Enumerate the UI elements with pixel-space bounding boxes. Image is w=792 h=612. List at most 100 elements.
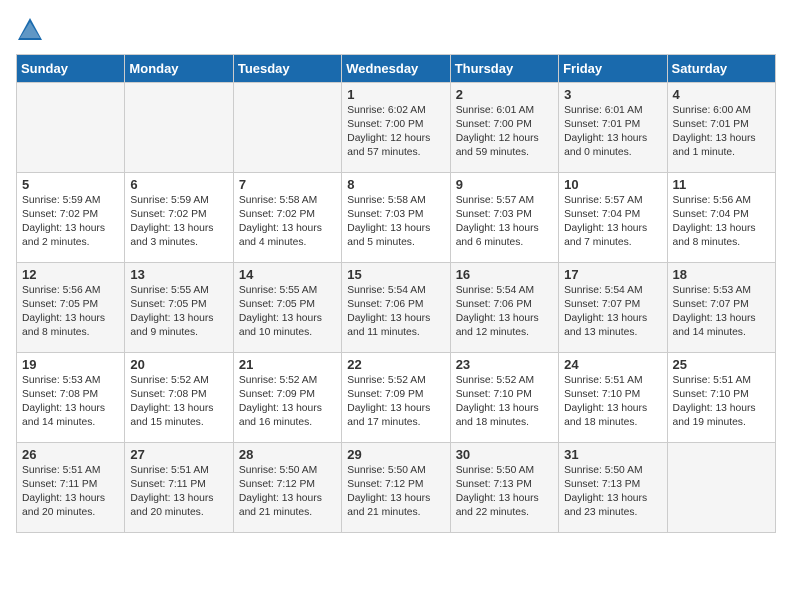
logo-icon [16,16,44,44]
calendar-cell: 18Sunrise: 5:53 AMSunset: 7:07 PMDayligh… [667,263,775,353]
day-number: 16 [456,267,553,282]
cell-text: Daylight: 13 hours and 20 minutes. [130,492,227,520]
calendar-cell: 7Sunrise: 5:58 AMSunset: 7:02 PMDaylight… [233,173,341,263]
cell-text: Sunrise: 5:59 AM [130,194,227,208]
cell-text: Sunrise: 5:51 AM [673,374,770,388]
calendar-cell: 15 Sunrise: 5:54 AMSunset: 7:06 PMDayligh… [342,263,450,353]
cell-text: Daylight: 13 hours and 7 minutes. [564,222,661,250]
cell-text: Daylight: 13 hours and 15 minutes. [130,402,227,430]
calendar-cell: 26Sunrise: 5:51 AMSunset: 7:11 PMDayligh… [17,443,125,533]
calendar-week-2: 5Sunrise: 5:59 AMSunset: 7:02 PMDaylight… [17,173,776,263]
calendar-cell: 24Sunrise: 5:51 AMSunset: 7:10 PMDayligh… [559,353,667,443]
day-number: 4 [673,87,770,102]
cell-text: Sunset: 7:11 PM [22,478,119,492]
cell-text: Sunset: 7:06 PM [456,298,553,312]
calendar-cell: 1Sunrise: 6:02 AMSunset: 7:00 PMDaylight… [342,83,450,173]
cell-text: Daylight: 13 hours and 0 minutes. [564,132,661,160]
cell-text: Sunset: 7:04 PM [564,208,661,222]
cell-text: Sunrise: 5:58 AM [239,194,336,208]
cell-text: Sunrise: 5:55 AM [239,284,336,298]
day-number: 11 [673,177,770,192]
cell-text: Sunset: 7:02 PM [130,208,227,222]
calendar-cell [667,443,775,533]
cell-text: Sunrise: 5:56 AM [22,284,119,298]
cell-text: Sunset: 7:04 PM [673,208,770,222]
day-number: 14 [239,267,336,282]
cell-text: Sunset: 7:09 PM [239,388,336,402]
calendar-cell [125,83,233,173]
cell-text: Sunset: 7:10 PM [456,388,553,402]
cell-text: Sunset: 7:06 PM [347,298,444,312]
day-number: 25 [673,357,770,372]
day-number: 28 [239,447,336,462]
cell-text: Sunrise: 5:52 AM [347,374,444,388]
calendar-week-3: 12 Sunrise: 5:56 AM Sunset: 7:05 PM Dayligh… [17,263,776,353]
day-number: 20 [130,357,227,372]
logo [16,16,46,44]
calendar-cell: 25 Sunrise: 5:51 AMSunset: 7:10 PMDayligh… [667,353,775,443]
header-monday: Monday [125,55,233,83]
cell-text: Daylight: 13 hours and 13 minutes. [564,312,661,340]
cell-text: Sunrise: 5:51 AM [130,464,227,478]
day-number: 23 [456,357,553,372]
cell-text: Daylight: 13 hours and 19 minutes. [673,402,770,430]
cell-text: Daylight: 13 hours and 16 minutes. [239,402,336,430]
day-number: 18 [673,267,770,282]
header-tuesday: Tuesday [233,55,341,83]
cell-text: Sunset: 7:02 PM [22,208,119,222]
cell-text: Sunrise: 5:58 AM [347,194,444,208]
cell-text: Sunrise: 5:55 AM [130,284,227,298]
cell-text: Sunrise: 5:54 AM [347,284,444,298]
calendar-cell: 9Sunrise: 5:57 AMSunset: 7:03 PMDaylight… [450,173,558,263]
day-number: 24 [564,357,661,372]
cell-text: Sunset: 7:12 PM [347,478,444,492]
day-number: 9 [456,177,553,192]
cell-text: Sunset: 7:05 PM [239,298,336,312]
header-saturday: Saturday [667,55,775,83]
cell-text: Sunrise: 5:53 AM [22,374,119,388]
calendar-cell [17,83,125,173]
cell-text: Sunrise: 5:54 AM [564,284,661,298]
cell-text: Sunrise: 5:52 AM [130,374,227,388]
cell-text: Sunset: 7:03 PM [347,208,444,222]
cell-text: Daylight: 13 hours and 11 minutes. [347,312,444,340]
calendar-cell: 17Sunrise: 5:54 AMSunset: 7:07 PMDayligh… [559,263,667,353]
calendar-cell: 23 Sunrise: 5:52 AMSunset: 7:10 PMDayligh… [450,353,558,443]
cell-text: Daylight: 12 hours and 57 minutes. [347,132,444,160]
day-number: 27 [130,447,227,462]
calendar-cell: 27Sunrise: 5:51 AMSunset: 7:11 PMDayligh… [125,443,233,533]
calendar-cell: 12Sunrise: 5:56 AMSunset: 7:05 PMDayligh… [17,263,125,353]
cell-text: Daylight: 13 hours and 23 minutes. [564,492,661,520]
cell-text: Sunset: 7:08 PM [22,388,119,402]
cell-text: Sunset: 7:05 PM [130,298,227,312]
cell-text: Sunset: 7:07 PM [564,298,661,312]
cell-text: Daylight: 13 hours and 22 minutes. [456,492,553,520]
cell-text: Sunrise: 5:54 AM [456,284,553,298]
cell-text: Daylight: 13 hours and 1 minute. [673,132,770,160]
day-number: 15 [347,267,444,282]
calendar-cell: 19Sunrise: 5:53 AMSunset: 7:08 PMDayligh… [17,353,125,443]
calendar-cell: 29Sunrise: 5:50 AMSunset: 7:12 PMDayligh… [342,443,450,533]
cell-text: Daylight: 13 hours and 18 minutes. [456,402,553,430]
cell-text: Daylight: 13 hours and 8 minutes. [673,222,770,250]
cell-text: Sunrise: 5:51 AM [564,374,661,388]
page-header [16,16,776,44]
cell-text: Sunrise: 5:50 AM [456,464,553,478]
day-number: 6 [130,177,227,192]
cell-text: Sunset: 7:13 PM [564,478,661,492]
cell-text: Daylight: 13 hours and 12 minutes. [456,312,553,340]
cell-text: Sunset: 7:00 PM [456,118,553,132]
calendar-cell: 2Sunrise: 6:01 AMSunset: 7:00 PMDaylight… [450,83,558,173]
cell-text: Sunrise: 5:52 AM [456,374,553,388]
calendar-cell: 16 Sunrise: 5:54 AMSunset: 7:06 PMDayligh… [450,263,558,353]
cell-text: Sunrise: 5:50 AM [564,464,661,478]
calendar-cell: 6Sunrise: 5:59 AMSunset: 7:02 PMDaylight… [125,173,233,263]
day-number: 12 [22,267,119,282]
day-number: 10 [564,177,661,192]
cell-text: Sunrise: 5:53 AM [673,284,770,298]
cell-text: Sunset: 7:08 PM [130,388,227,402]
cell-text: Daylight: 13 hours and 14 minutes. [22,402,119,430]
cell-text: Daylight: 13 hours and 18 minutes. [564,402,661,430]
cell-text: Daylight: 13 hours and 2 minutes. [22,222,119,250]
cell-text: Sunset: 7:10 PM [673,388,770,402]
